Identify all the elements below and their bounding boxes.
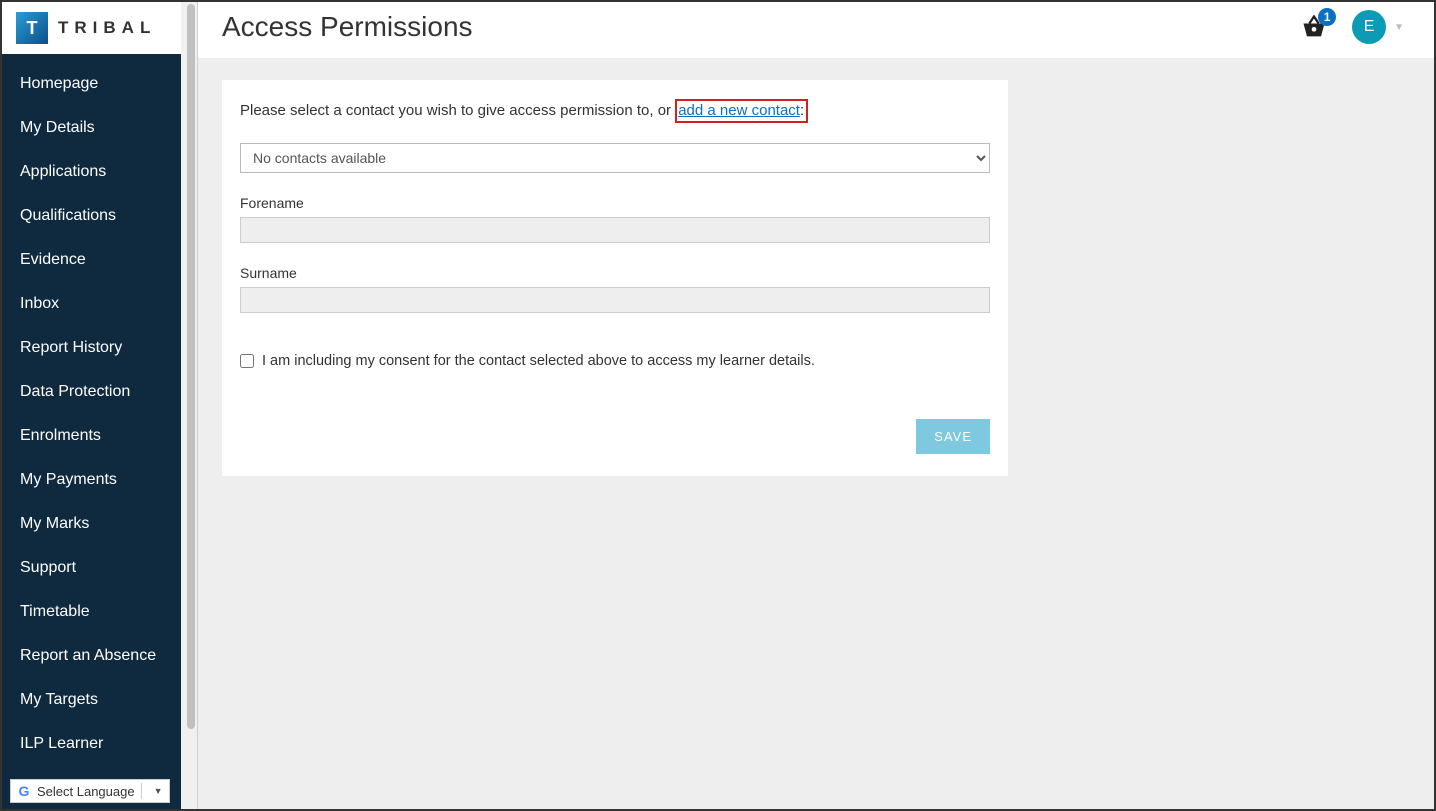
add-new-contact-link[interactable]: add a new contact: [678, 102, 800, 119]
contact-select[interactable]: No contacts available: [240, 143, 990, 173]
surname-label: Surname: [240, 265, 990, 281]
sidebar-item-my-payments[interactable]: My Payments: [2, 458, 181, 502]
forename-input[interactable]: [240, 217, 990, 243]
sidebar-item-qualifications[interactable]: Qualifications: [2, 194, 181, 238]
page-title: Access Permissions: [222, 11, 473, 43]
access-permissions-card: Please select a contact you wish to give…: [222, 80, 1008, 476]
sidebar-item-homepage[interactable]: Homepage: [2, 62, 181, 106]
chevron-down-icon[interactable]: ▼: [1394, 22, 1404, 33]
basket-button[interactable]: 1: [1300, 15, 1328, 39]
chevron-down-icon: ▼: [154, 786, 163, 796]
content-area: Please select a contact you wish to give…: [198, 58, 1434, 809]
sidebar-item-my-targets[interactable]: My Targets: [2, 678, 181, 722]
surname-input[interactable]: [240, 287, 990, 313]
save-button[interactable]: SAVE: [916, 419, 990, 454]
divider: [141, 783, 142, 799]
brand-name: TRIBAL: [58, 18, 156, 38]
instruction-text: Please select a contact you wish to give…: [240, 102, 990, 119]
sidebar-item-ilp-learner[interactable]: ILP Learner: [2, 722, 181, 766]
sidebar-scrollbar[interactable]: ▴: [181, 2, 197, 809]
instruction-suffix: :: [800, 102, 804, 119]
google-translate-icon: G: [15, 782, 33, 800]
brand-logo[interactable]: T TRIBAL: [2, 2, 197, 54]
avatar[interactable]: E: [1352, 10, 1386, 44]
sidebar-item-timetable[interactable]: Timetable: [2, 590, 181, 634]
sidebar-item-enrolments[interactable]: Enrolments: [2, 414, 181, 458]
consent-checkbox[interactable]: [240, 354, 254, 368]
add-contact-highlight: add a new contact:: [675, 99, 808, 123]
forename-label: Forename: [240, 195, 990, 211]
consent-text: I am including my consent for the contac…: [262, 353, 815, 369]
sidebar-item-data-protection[interactable]: Data Protection: [2, 370, 181, 414]
header: Access Permissions 1 E ▼: [198, 2, 1434, 58]
sidebar-item-report-an-absence[interactable]: Report an Absence: [2, 634, 181, 678]
sidebar-item-applications[interactable]: Applications: [2, 150, 181, 194]
sidebar-item-inbox[interactable]: Inbox: [2, 282, 181, 326]
nav-list: Homepage My Details Applications Qualifi…: [2, 54, 181, 809]
sidebar-item-my-marks[interactable]: My Marks: [2, 502, 181, 546]
sidebar-item-my-details[interactable]: My Details: [2, 106, 181, 150]
language-selector[interactable]: G Select Language ▼: [10, 779, 170, 803]
language-label: Select Language: [37, 784, 135, 799]
consent-row[interactable]: I am including my consent for the contac…: [240, 353, 990, 369]
basket-count-badge: 1: [1318, 8, 1336, 26]
sidebar-item-support[interactable]: Support: [2, 546, 181, 590]
instruction-prefix: Please select a contact you wish to give…: [240, 102, 675, 119]
sidebar-item-evidence[interactable]: Evidence: [2, 238, 181, 282]
scrollbar-thumb[interactable]: [187, 4, 195, 729]
main-area: Access Permissions 1 E ▼: [198, 2, 1434, 809]
brand-icon: T: [16, 12, 48, 44]
sidebar-item-report-history[interactable]: Report History: [2, 326, 181, 370]
sidebar: ▴ T TRIBAL Homepage My Details Applicati…: [2, 2, 198, 809]
